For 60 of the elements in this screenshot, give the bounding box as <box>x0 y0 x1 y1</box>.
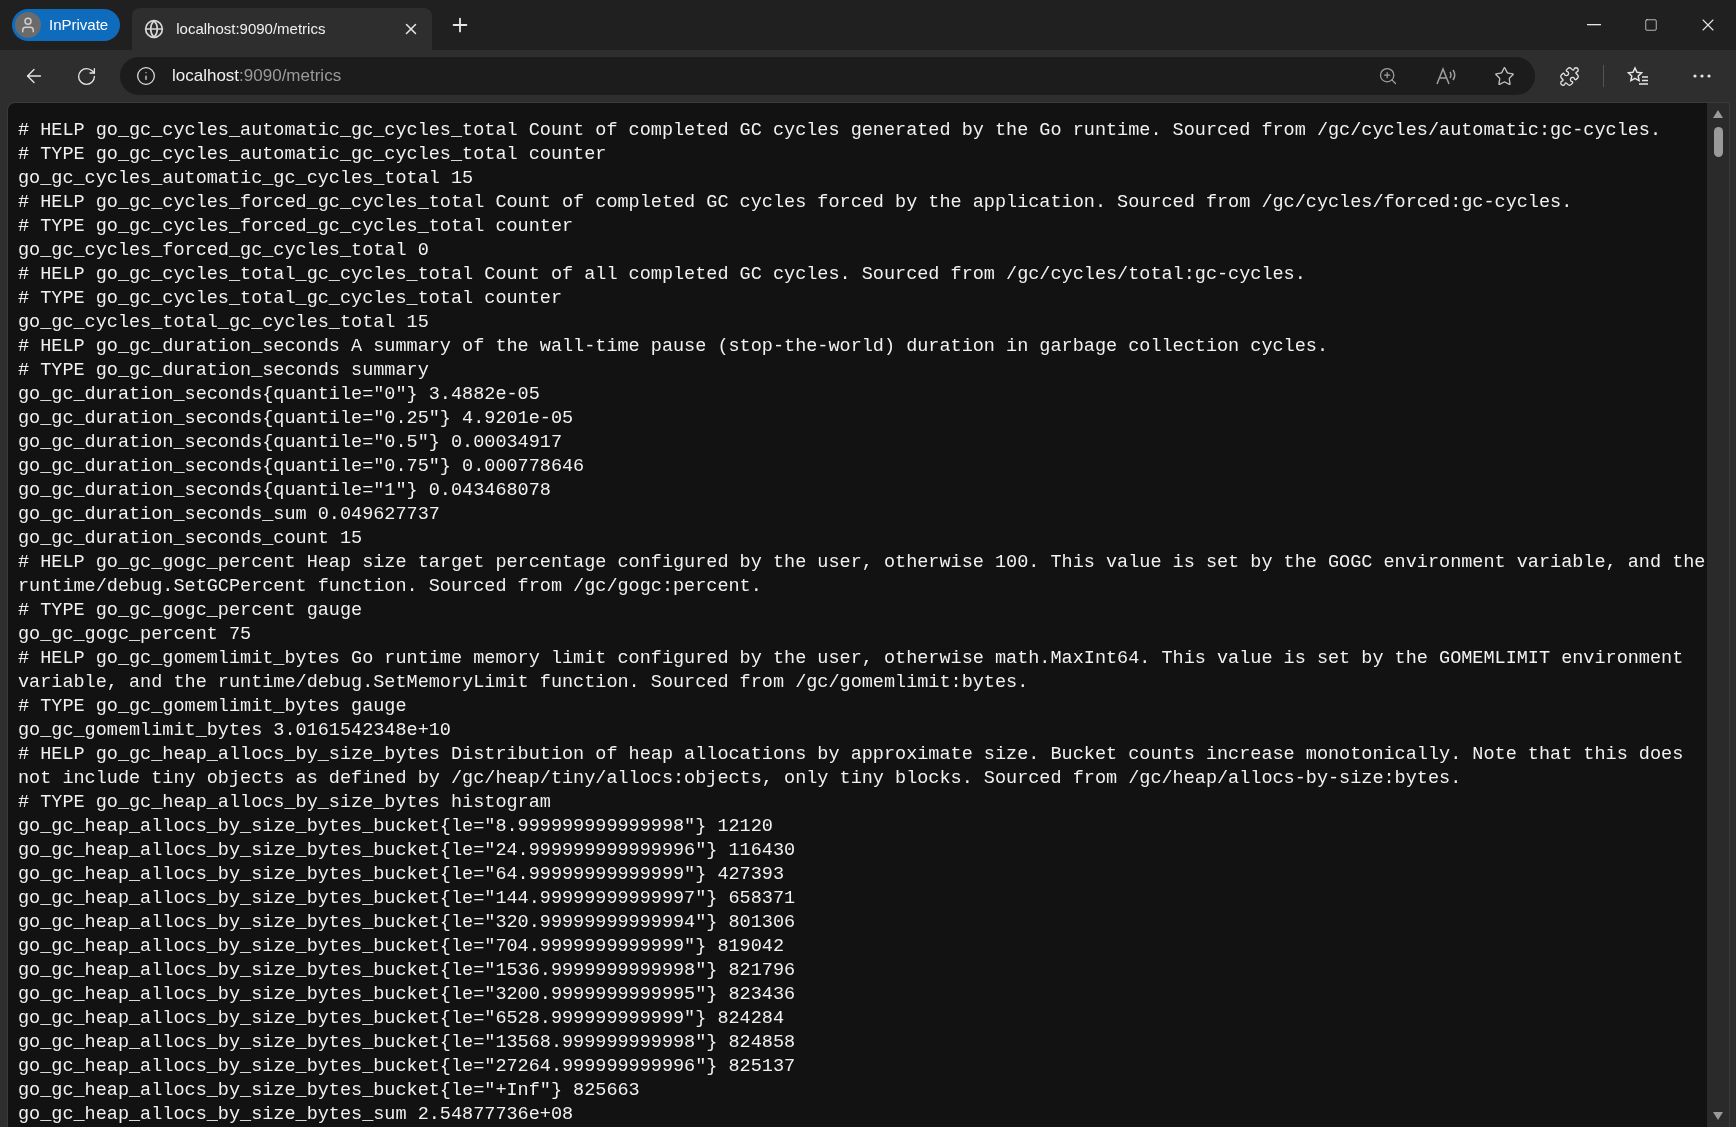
metrics-line: # HELP go_gc_duration_seconds A summary of the wall-time pause (stop-the-world) duration in garbage collection cycles. <box>18 335 1329 359</box>
profile-button[interactable]: InPrivate <box>12 9 121 41</box>
metrics-line: # TYPE go_gc_heap_allocs_by_size_bytes histogram <box>18 791 552 815</box>
metrics-line: go_gc_duration_seconds{quantile="0.5"} 0.00034917 <box>18 431 563 455</box>
metrics-line: go_gc_heap_allocs_by_size_bytes_bucket{le="64.99999999999999"} 427393 <box>18 863 786 887</box>
metrics-line: go_gc_heap_allocs_by_size_bytes_bucket{le="24.999999999999996"} 116430 <box>18 839 797 863</box>
scrollbar-thumb[interactable] <box>1713 127 1723 157</box>
tab-title: localhost:9090/metrics <box>176 18 327 39</box>
metrics-line: go_gc_heap_allocs_by_size_bytes_bucket{le="8.999999999999998"} 12120 <box>18 815 774 839</box>
metrics-line: go_gc_cycles_forced_gc_cycles_total 0 <box>18 239 430 263</box>
read-aloud-icon <box>1435 66 1457 86</box>
metrics-line: # HELP go_gc_gomemlimit_bytes Go runtime memory limit configured by the user, otherwise math.MaxInt64. This value is set by the GOMEMLIMIT environment variable, and the runtime/debug.SetMemoryLimit function. Sourced from /gc/gomemlimit:bytes. <box>18 647 1685 695</box>
metrics-line: go_gc_heap_allocs_by_size_bytes_bucket{le="1536.9999999999998"} 821796 <box>18 959 797 983</box>
puzzle-icon <box>1558 65 1580 87</box>
scroll-down-arrow-icon[interactable] <box>1712 1111 1724 1121</box>
star-icon <box>1493 65 1515 87</box>
metrics-line: go_gc_duration_seconds{quantile="1"} 0.043468078 <box>18 479 552 503</box>
url-text: localhost:9090/metrics <box>172 65 343 88</box>
more-icon <box>1693 74 1711 78</box>
metrics-line: go_gc_heap_allocs_by_size_bytes_bucket{le="704.9999999999999"} 819042 <box>18 935 786 959</box>
metrics-line: # TYPE go_gc_gomemlimit_bytes gauge <box>18 695 408 719</box>
metrics-line: go_gc_heap_allocs_by_size_bytes_bucket{le="6528.999999999999"} 824284 <box>18 1007 786 1031</box>
metrics-line: go_gc_heap_allocs_by_size_bytes_bucket{le="+Inf"} 825663 <box>18 1079 641 1103</box>
metrics-line: go_gc_heap_allocs_by_size_bytes_bucket{le="144.99999999999997"} 658371 <box>18 887 797 911</box>
metrics-line: go_gc_duration_seconds{quantile="0.25"} 4.9201e-05 <box>18 407 575 431</box>
metrics-line: # TYPE go_gc_gogc_percent gauge <box>18 599 364 623</box>
metrics-line: go_gc_duration_seconds_sum 0.049627737 <box>18 503 441 527</box>
metrics-line: # HELP go_gc_gogc_percent Heap size target percentage configured by the user, otherwise 100. This value is set by the GOGC environment variable, and the runtime/debug.SetGCPercent function. Sourced from /gc/gogc:percent. <box>18 551 1707 599</box>
metrics-line: # TYPE go_gc_cycles_automatic_gc_cycles_total counter <box>18 143 608 167</box>
metrics-line: go_gc_heap_allocs_by_size_bytes_bucket{le="320.99999999999994"} 801306 <box>18 911 797 935</box>
info-icon <box>136 66 156 86</box>
metrics-line: go_gc_heap_allocs_by_size_bytes_bucket{le="27264.999999999996"} 825137 <box>18 1055 797 1079</box>
reload-icon <box>75 65 97 87</box>
metrics-line: # HELP go_gc_heap_allocs_by_size_bytes Distribution of heap allocations by approximate size. Bucket counts increase monotonically. Note that this does not include tiny objects as defined by /gc/heap/tiny/allocs:objects, only tiny blocks. Sourced from /gc/heap/allocs-by-size:bytes. <box>18 743 1685 791</box>
metrics-line: # TYPE go_gc_duration_seconds summary <box>18 359 430 383</box>
metrics-line: go_gc_heap_allocs_by_size_bytes_sum 2.54877736e+08 <box>18 1103 575 1127</box>
metrics-line: go_gc_gomemlimit_bytes 3.0161542348e+10 <box>18 719 452 743</box>
metrics-line: # TYPE go_gc_cycles_forced_gc_cycles_total counter <box>18 215 575 239</box>
globe-icon <box>144 19 165 39</box>
metrics-line: # HELP go_gc_cycles_total_gc_cycles_total Count of all completed GC cycles. Sourced from /gc/cycles/total:gc-cycles. <box>18 263 1307 287</box>
scrollbar[interactable] <box>1707 103 1729 1127</box>
maximize-icon <box>1643 18 1658 32</box>
metrics-line: # HELP go_gc_cycles_forced_gc_cycles_total Count of completed GC cycles forced by the application. Sourced from /gc/cycles/forced:gc-cycles. <box>18 191 1574 215</box>
metrics-line: go_gc_duration_seconds_count 15 <box>18 527 364 551</box>
metrics-line: go_gc_heap_allocs_by_size_bytes_bucket{le="13568.999999999998"} 824858 <box>18 1031 797 1055</box>
metrics-line: go_gc_duration_seconds{quantile="0.75"} 0.000778646 <box>18 455 586 479</box>
zoom-in-icon <box>1378 66 1398 86</box>
metrics-line: # TYPE go_gc_cycles_total_gc_cycles_total counter <box>18 287 563 311</box>
metrics-line: go_gc_gogc_percent 75 <box>18 623 253 647</box>
scroll-up-arrow-icon[interactable] <box>1712 109 1724 119</box>
metrics-line: go_gc_heap_allocs_by_size_bytes_bucket{le="3200.9999999999995"} 823436 <box>18 983 797 1007</box>
favorites-icon <box>1627 66 1649 86</box>
browser-tab[interactable]: localhost:9090/metrics <box>132 8 433 50</box>
metrics-line: go_gc_duration_seconds{quantile="0"} 3.4882e-05 <box>18 383 541 407</box>
avatar-icon <box>15 12 41 38</box>
metrics-line: # HELP go_gc_cycles_automatic_gc_cycles_total Count of completed GC cycles generated by the Go runtime. Sourced from /gc/cycles/automatic:gc-cycles. <box>18 119 1663 143</box>
metrics-line: go_gc_cycles_total_gc_cycles_total 15 <box>18 311 430 335</box>
minimize-icon <box>1586 24 1601 26</box>
metrics-line: go_gc_cycles_automatic_gc_cycles_total 15 <box>18 167 475 191</box>
address-bar[interactable]: localhost:9090/metrics <box>120 57 1535 95</box>
